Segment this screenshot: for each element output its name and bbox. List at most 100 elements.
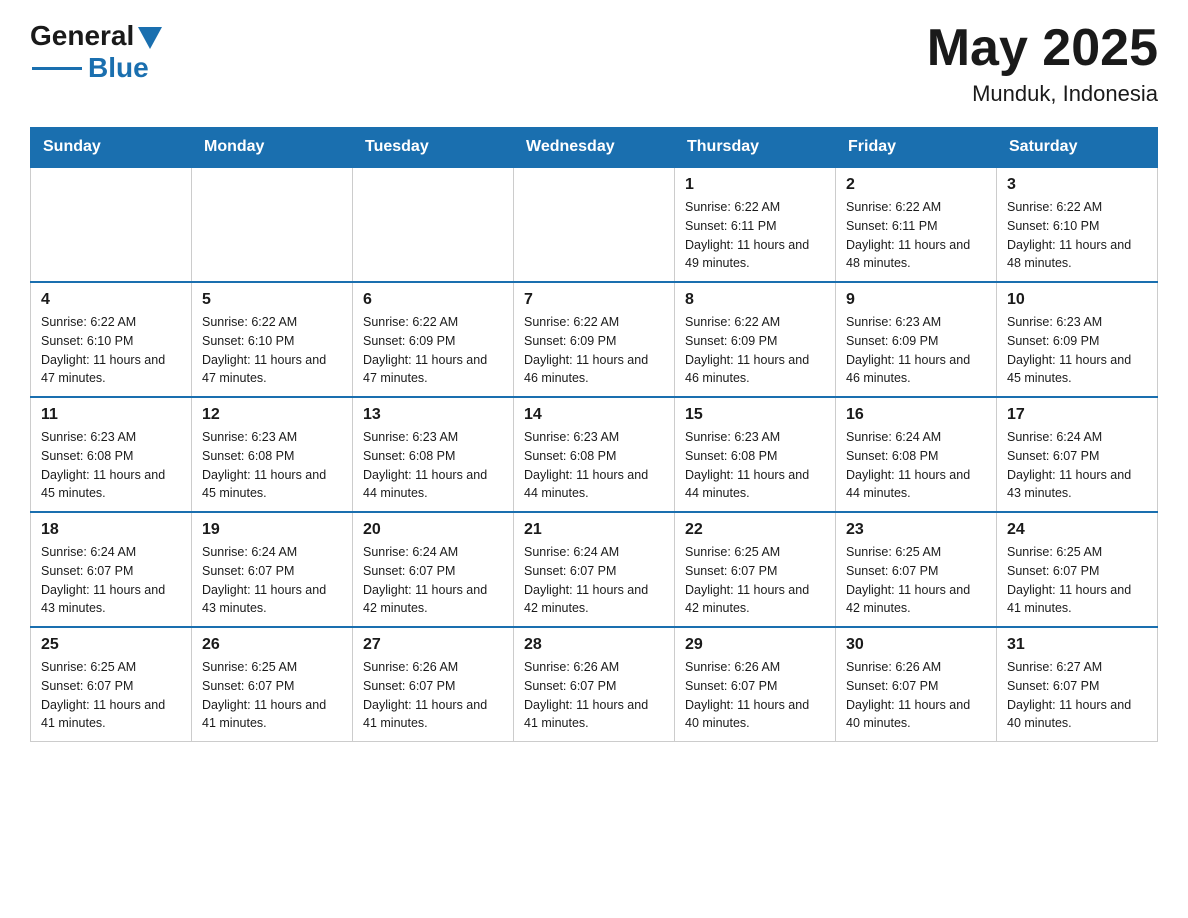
day-number: 7 [524,291,664,309]
week-row-4: 18Sunrise: 6:24 AMSunset: 6:07 PMDayligh… [31,512,1158,627]
day-info: Sunrise: 6:22 AMSunset: 6:10 PMDaylight:… [1007,198,1147,273]
day-info: Sunrise: 6:26 AMSunset: 6:07 PMDaylight:… [524,658,664,733]
column-header-friday: Friday [836,128,997,168]
logo-blue-text: Blue [88,52,149,84]
day-number: 4 [41,291,181,309]
day-number: 16 [846,406,986,424]
logo-line [32,67,82,70]
day-info: Sunrise: 6:25 AMSunset: 6:07 PMDaylight:… [202,658,342,733]
logo-second-row: Blue [32,52,149,84]
day-number: 26 [202,636,342,654]
calendar-cell: 18Sunrise: 6:24 AMSunset: 6:07 PMDayligh… [31,512,192,627]
day-number: 9 [846,291,986,309]
calendar-cell: 6 Sunrise: 6:22 AMSunset: 6:09 PMDaylight… [353,282,514,397]
calendar-header-row: SundayMondayTuesdayWednesdayThursdayFrid… [31,128,1158,168]
day-info: Sunrise: 6:25 AMSunset: 6:07 PMDaylight:… [685,543,825,618]
day-info: Sunrise: 6:23 AMSunset: 6:09 PMDaylight:… [1007,313,1147,388]
calendar-cell: 10Sunrise: 6:23 AMSunset: 6:09 PMDayligh… [997,282,1158,397]
day-number: 29 [685,636,825,654]
day-info: Sunrise: 6:22 AMSunset: 6:11 PMDaylight:… [846,198,986,273]
column-header-wednesday: Wednesday [514,128,675,168]
calendar-cell: 12 Sunrise: 6:23 AMSunset: 6:08 PMDayligh… [192,397,353,512]
title-block: May 2025 Munduk, Indonesia [927,20,1158,107]
day-info: Sunrise: 6:24 AMSunset: 6:07 PMDaylight:… [41,543,181,618]
day-info: Sunrise: 6:23 AMSunset: 6:08 PMDaylight:… [41,428,181,503]
day-info: Sunrise: 6:26 AMSunset: 6:07 PMDaylight:… [685,658,825,733]
day-number: 15 [685,406,825,424]
day-number: 19 [202,521,342,539]
day-number: 2 [846,176,986,194]
calendar-cell: 8 Sunrise: 6:22 AMSunset: 6:09 PMDaylight… [675,282,836,397]
calendar-cell: 13 Sunrise: 6:23 AMSunset: 6:08 PMDayligh… [353,397,514,512]
logo-general-text: General [30,20,134,52]
calendar-cell: 3 Sunrise: 6:22 AMSunset: 6:10 PMDaylight… [997,167,1158,282]
day-number: 6 [363,291,503,309]
day-info: Sunrise: 6:23 AMSunset: 6:08 PMDaylight:… [363,428,503,503]
day-number: 8 [685,291,825,309]
logo: General Blue [30,20,162,84]
day-info: Sunrise: 6:23 AMSunset: 6:09 PMDaylight:… [846,313,986,388]
day-info: Sunrise: 6:24 AMSunset: 6:07 PMDaylight:… [1007,428,1147,503]
column-header-monday: Monday [192,128,353,168]
calendar-cell: 4 Sunrise: 6:22 AMSunset: 6:10 PMDaylight… [31,282,192,397]
calendar-subtitle: Munduk, Indonesia [927,81,1158,107]
day-number: 5 [202,291,342,309]
day-number: 17 [1007,406,1147,424]
day-number: 24 [1007,521,1147,539]
calendar-cell: 16 Sunrise: 6:24 AMSunset: 6:08 PMDayligh… [836,397,997,512]
calendar-cell: 24 Sunrise: 6:25 AMSunset: 6:07 PMDayligh… [997,512,1158,627]
calendar-cell: 21Sunrise: 6:24 AMSunset: 6:07 PMDayligh… [514,512,675,627]
day-number: 20 [363,521,503,539]
calendar-cell [353,167,514,282]
calendar-cell: 11 Sunrise: 6:23 AMSunset: 6:08 PMDayligh… [31,397,192,512]
calendar-cell: 2 Sunrise: 6:22 AMSunset: 6:11 PMDaylight… [836,167,997,282]
calendar-cell: 9 Sunrise: 6:23 AMSunset: 6:09 PMDaylight… [836,282,997,397]
calendar-cell: 5 Sunrise: 6:22 AMSunset: 6:10 PMDaylight… [192,282,353,397]
day-info: Sunrise: 6:25 AMSunset: 6:07 PMDaylight:… [846,543,986,618]
day-info: Sunrise: 6:25 AMSunset: 6:07 PMDaylight:… [41,658,181,733]
calendar-cell: 22 Sunrise: 6:25 AMSunset: 6:07 PMDayligh… [675,512,836,627]
calendar-cell [514,167,675,282]
day-number: 14 [524,406,664,424]
day-info: Sunrise: 6:25 AMSunset: 6:07 PMDaylight:… [1007,543,1147,618]
day-number: 23 [846,521,986,539]
week-row-2: 4 Sunrise: 6:22 AMSunset: 6:10 PMDaylight… [31,282,1158,397]
day-number: 3 [1007,176,1147,194]
page-header: General Blue May 2025 Munduk, Indonesia [30,20,1158,107]
day-info: Sunrise: 6:23 AMSunset: 6:08 PMDaylight:… [202,428,342,503]
week-row-3: 11 Sunrise: 6:23 AMSunset: 6:08 PMDayligh… [31,397,1158,512]
day-info: Sunrise: 6:26 AMSunset: 6:07 PMDaylight:… [363,658,503,733]
day-number: 12 [202,406,342,424]
calendar-cell: 20Sunrise: 6:24 AMSunset: 6:07 PMDayligh… [353,512,514,627]
week-row-5: 25Sunrise: 6:25 AMSunset: 6:07 PMDayligh… [31,627,1158,742]
day-number: 13 [363,406,503,424]
column-header-saturday: Saturday [997,128,1158,168]
day-info: Sunrise: 6:22 AMSunset: 6:11 PMDaylight:… [685,198,825,273]
day-number: 22 [685,521,825,539]
calendar-title: May 2025 [927,20,1158,77]
day-info: Sunrise: 6:24 AMSunset: 6:07 PMDaylight:… [202,543,342,618]
calendar-cell: 23 Sunrise: 6:25 AMSunset: 6:07 PMDayligh… [836,512,997,627]
calendar-cell: 28 Sunrise: 6:26 AMSunset: 6:07 PMDayligh… [514,627,675,742]
day-info: Sunrise: 6:22 AMSunset: 6:10 PMDaylight:… [202,313,342,388]
day-info: Sunrise: 6:26 AMSunset: 6:07 PMDaylight:… [846,658,986,733]
day-info: Sunrise: 6:24 AMSunset: 6:08 PMDaylight:… [846,428,986,503]
day-info: Sunrise: 6:27 AMSunset: 6:07 PMDaylight:… [1007,658,1147,733]
day-number: 11 [41,406,181,424]
day-number: 28 [524,636,664,654]
day-number: 30 [846,636,986,654]
day-info: Sunrise: 6:23 AMSunset: 6:08 PMDaylight:… [524,428,664,503]
day-info: Sunrise: 6:24 AMSunset: 6:07 PMDaylight:… [524,543,664,618]
day-number: 27 [363,636,503,654]
day-info: Sunrise: 6:22 AMSunset: 6:10 PMDaylight:… [41,313,181,388]
week-row-1: 1Sunrise: 6:22 AMSunset: 6:11 PMDaylight… [31,167,1158,282]
calendar-table: SundayMondayTuesdayWednesdayThursdayFrid… [30,127,1158,742]
day-info: Sunrise: 6:22 AMSunset: 6:09 PMDaylight:… [363,313,503,388]
calendar-cell: 26 Sunrise: 6:25 AMSunset: 6:07 PMDayligh… [192,627,353,742]
calendar-cell: 17 Sunrise: 6:24 AMSunset: 6:07 PMDayligh… [997,397,1158,512]
calendar-cell [192,167,353,282]
day-number: 31 [1007,636,1147,654]
logo-triangle-icon [138,27,162,49]
day-info: Sunrise: 6:22 AMSunset: 6:09 PMDaylight:… [685,313,825,388]
day-info: Sunrise: 6:22 AMSunset: 6:09 PMDaylight:… [524,313,664,388]
